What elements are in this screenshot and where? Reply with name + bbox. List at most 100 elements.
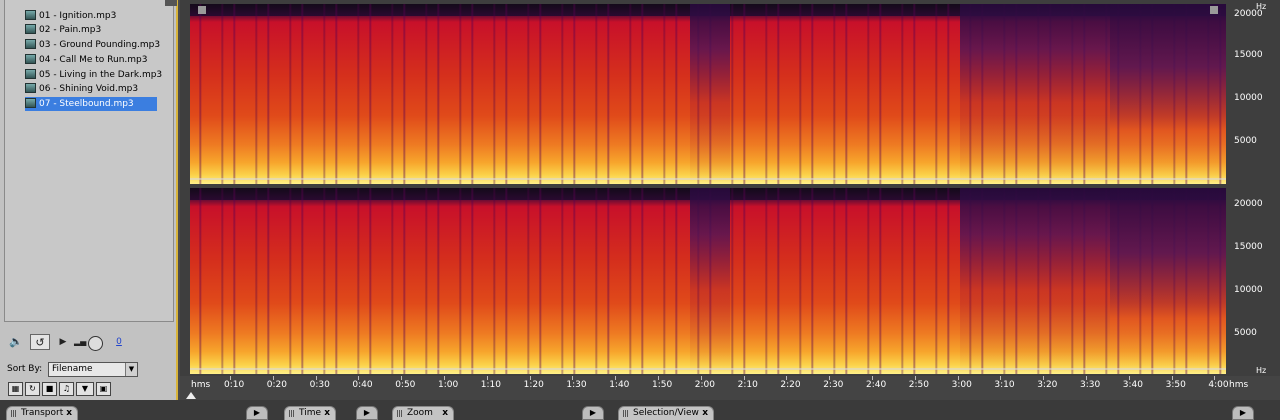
spectrogram-dark-region <box>960 188 1110 374</box>
time-ruler[interactable]: hms 0:10 0:20 0:30 0:40 0:50 1:00 1:10 1:20 1:30… <box>180 376 1280 400</box>
stop-button[interactable]: ■ <box>42 382 57 396</box>
time-label: 2:30 <box>823 380 844 390</box>
tab-transport-label: Transport <box>21 408 64 418</box>
time-label: 3:00 <box>951 380 972 390</box>
close-icon[interactable]: x <box>66 407 72 420</box>
spectrogram-dark-region <box>1110 4 1226 184</box>
audio-file-icon <box>25 98 36 108</box>
time-label: 2:20 <box>780 380 801 390</box>
freq-label: 10000 <box>1234 285 1263 295</box>
panel-menu-button[interactable]: ▶ <box>356 406 378 420</box>
file-item-04[interactable]: 04 - Call Me to Run.mp3 <box>25 53 151 67</box>
options-button[interactable]: ▣ <box>96 382 111 396</box>
panel-menu-button[interactable]: ▶ <box>1232 406 1254 420</box>
file-list[interactable]: 01 - Ignition.mp3 02 - Pain.mp3 03 - Gro… <box>4 0 177 322</box>
file-item-06[interactable]: 06 - Shining Void.mp3 <box>25 82 142 96</box>
filter-button[interactable]: ▼ <box>76 382 94 396</box>
resize-handle-left[interactable] <box>198 6 206 14</box>
panel-menu-button[interactable]: ▶ <box>582 406 604 420</box>
time-label: 0:30 <box>309 380 330 390</box>
channel-baseline <box>190 178 1226 180</box>
sort-select[interactable]: Filename ▼ <box>48 362 138 377</box>
tab-transport[interactable]: Transport x <box>6 406 78 420</box>
time-label: 3:40 <box>1122 380 1144 390</box>
spectrogram-dark-region <box>1110 188 1226 374</box>
file-item-01[interactable]: 01 - Ignition.mp3 <box>25 9 120 23</box>
grip-icon[interactable] <box>397 410 403 417</box>
time-tick <box>1171 376 1173 380</box>
play-icon[interactable]: ▶ <box>58 334 68 350</box>
sort-row: Sort By: Filename ▼ <box>4 362 174 378</box>
files-scroll-cap <box>165 0 177 6</box>
file-item-label: 04 - Call Me to Run.mp3 <box>39 55 148 65</box>
time-label: 1:50 <box>652 380 673 390</box>
time-label: 1:00 <box>438 380 459 390</box>
spectral-display[interactable]: Hz 20000 15000 10000 5000 20000 15000 10… <box>180 0 1280 400</box>
grip-icon[interactable] <box>623 410 629 417</box>
time-label: 1:20 <box>523 380 544 390</box>
close-icon[interactable]: x <box>702 407 708 420</box>
time-label: 0:20 <box>266 380 288 390</box>
time-tick <box>743 376 745 380</box>
time-tick <box>358 376 360 380</box>
close-icon[interactable]: x <box>324 407 330 420</box>
time-label: 3:50 <box>1165 380 1186 390</box>
time-label: 2:50 <box>908 380 930 390</box>
audio-file-icon <box>25 39 36 49</box>
time-tick <box>872 376 873 380</box>
tab-selection-view[interactable]: Selection/View x <box>618 406 714 420</box>
tab-zoom[interactable]: Zoom x <box>392 406 454 420</box>
file-item-label: 06 - Shining Void.mp3 <box>39 84 139 94</box>
chevron-down-icon[interactable]: ▼ <box>125 363 137 376</box>
time-label: 1:30 <box>566 380 587 390</box>
time-tick <box>914 376 916 380</box>
time-label: 3:10 <box>994 380 1015 390</box>
time-label: 2:40 <box>866 380 887 390</box>
time-tick <box>529 376 531 380</box>
time-tick <box>230 376 231 380</box>
time-tick <box>1128 376 1130 380</box>
time-tick <box>1086 376 1087 380</box>
time-label: 1:10 <box>480 380 502 390</box>
add-file-button[interactable]: ▦ <box>8 382 23 396</box>
music-button[interactable]: ♫ <box>59 382 74 396</box>
grip-icon[interactable] <box>289 410 295 417</box>
file-item-07[interactable]: 07 - Steelbound.mp3 <box>25 97 157 111</box>
freq-label: 15000 <box>1234 50 1263 60</box>
grip-icon[interactable] <box>11 410 17 417</box>
time-tick <box>401 376 403 380</box>
speaker-icon[interactable]: 🔈 <box>8 334 24 350</box>
freq-label: 20000 <box>1234 199 1263 209</box>
time-unit-left: hms <box>191 380 211 390</box>
preview-playbar: 🔈 ↺ ▶ ▂▄ 0 <box>4 330 174 354</box>
time-tick <box>315 376 317 380</box>
spectrogram-left-channel[interactable] <box>190 4 1226 184</box>
file-item-label: 05 - Living in the Dark.mp3 <box>39 70 163 80</box>
sort-label: Sort By: <box>7 364 43 374</box>
time-tick <box>272 376 274 380</box>
tab-time[interactable]: Time x <box>284 406 336 420</box>
time-label: 4:00 <box>1208 380 1229 390</box>
tab-zoom-label: Zoom <box>407 408 433 418</box>
file-item-03[interactable]: 03 - Ground Pounding.mp3 <box>25 38 164 52</box>
volume-value[interactable]: 0 <box>114 334 124 350</box>
file-item-label: 03 - Ground Pounding.mp3 <box>39 40 161 50</box>
frequency-axis: Hz 20000 15000 10000 5000 20000 15000 10… <box>1228 0 1280 380</box>
time-label: 3:20 <box>1037 380 1058 390</box>
spectrogram-right-channel[interactable] <box>190 188 1226 374</box>
resize-handle-right[interactable] <box>1210 6 1218 14</box>
playhead-marker[interactable] <box>186 392 196 399</box>
audio-file-icon <box>25 24 36 34</box>
time-tick <box>829 376 831 380</box>
panel-menu-button[interactable]: ▶ <box>246 406 268 420</box>
close-icon[interactable]: x <box>442 407 448 420</box>
file-item-05[interactable]: 05 - Living in the Dark.mp3 <box>25 68 166 82</box>
time-tick <box>486 376 488 380</box>
time-tick <box>1043 376 1045 380</box>
volume-knob[interactable] <box>88 336 103 351</box>
loop-button[interactable]: ↺ <box>30 334 50 350</box>
refresh-button[interactable]: ↻ <box>25 382 40 396</box>
time-tick <box>572 376 574 380</box>
freq-unit-bottom: Hz <box>1256 366 1267 375</box>
file-item-02[interactable]: 02 - Pain.mp3 <box>25 23 105 37</box>
